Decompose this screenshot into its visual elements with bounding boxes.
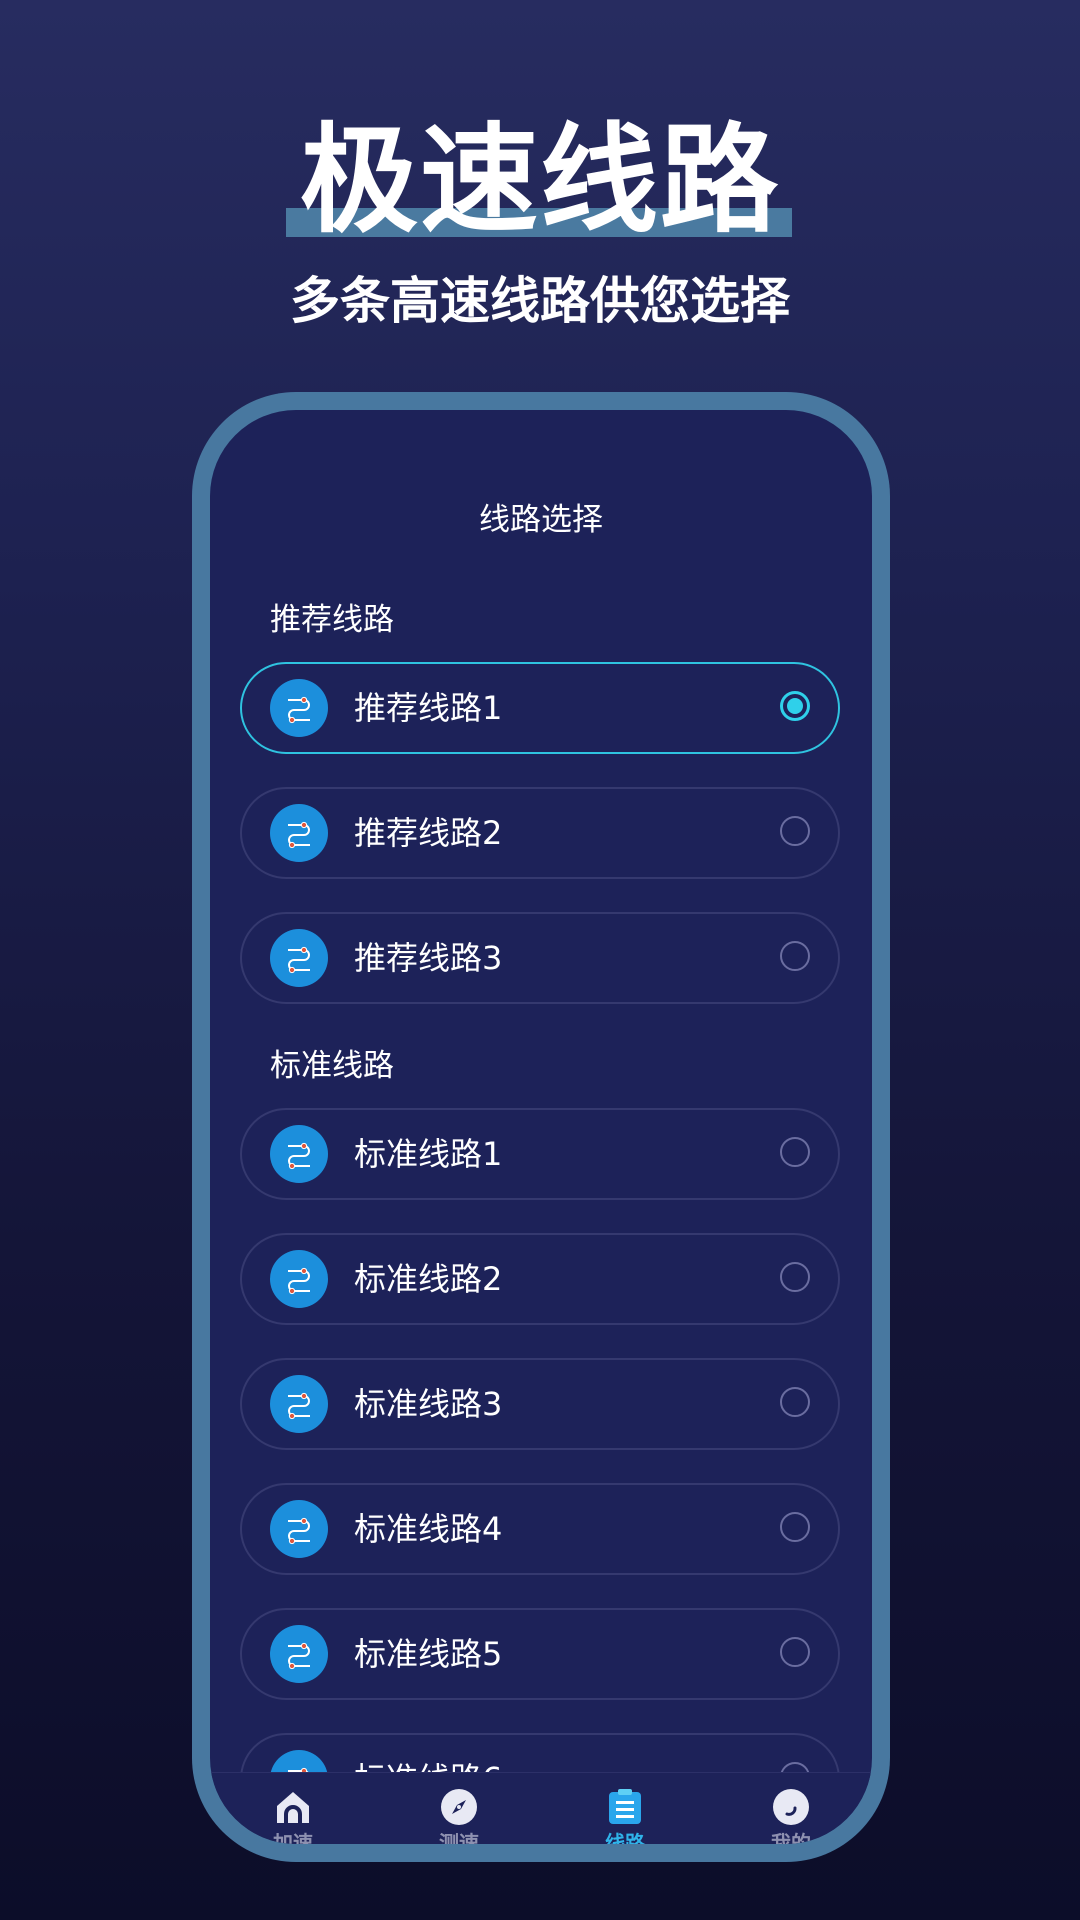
- section-label-standard: 标准线路: [270, 1048, 394, 1084]
- home-icon: [277, 1792, 309, 1823]
- section-label-recommended: 推荐线路: [270, 602, 394, 638]
- route-icon: [270, 1375, 328, 1433]
- route-name: 推荐线路1: [354, 689, 503, 727]
- promo-title: 极速线路: [299, 111, 780, 249]
- nav-label: 加速: [273, 1831, 313, 1844]
- list-icon: [609, 1789, 641, 1824]
- route-name: 标准线路4: [354, 1510, 503, 1548]
- nav-label: 我的: [771, 1831, 811, 1844]
- route-item-recommended-3[interactable]: 推荐线路3: [240, 912, 840, 1004]
- radio-unselected-icon[interactable]: [780, 1387, 810, 1417]
- route-icon: [270, 929, 328, 987]
- route-item-standard-5[interactable]: 标准线路5: [240, 1608, 840, 1700]
- nav-item-speedtest[interactable]: 测速: [376, 1773, 542, 1844]
- nav-item-profile[interactable]: 我的: [708, 1773, 872, 1844]
- route-name: 标准线路3: [354, 1385, 503, 1423]
- route-path-icon: [288, 696, 310, 724]
- nav-label: 线路: [605, 1831, 645, 1844]
- route-path-icon: [288, 821, 310, 849]
- radio-unselected-icon[interactable]: [780, 1512, 810, 1542]
- radio-unselected-icon[interactable]: [780, 1137, 810, 1167]
- screen-title: 线路选择: [479, 502, 603, 538]
- route-path-icon: [288, 1642, 310, 1670]
- route-path-icon: [288, 1517, 310, 1545]
- route-name: 推荐线路3: [354, 939, 503, 977]
- route-item-standard-2[interactable]: 标准线路2: [240, 1233, 840, 1325]
- nav-item-accelerate[interactable]: 加速: [210, 1773, 376, 1844]
- route-icon: [270, 1500, 328, 1558]
- phone-screen: 线路选择 推荐线路 推荐线路1 推荐线路2 推荐线路3 标准线路 标准线路1 标…: [210, 410, 872, 1844]
- bottom-nav: 加速 测速 线路 我的: [210, 1772, 872, 1844]
- route-icon: [270, 679, 328, 737]
- route-icon: [270, 1250, 328, 1308]
- radio-unselected-icon[interactable]: [780, 1262, 810, 1292]
- route-path-icon: [288, 1267, 310, 1295]
- compass-icon: [441, 1789, 477, 1825]
- nav-item-routes[interactable]: 线路: [542, 1773, 708, 1844]
- route-icon: [270, 1125, 328, 1183]
- radio-unselected-icon[interactable]: [780, 1637, 810, 1667]
- radio-selected-icon[interactable]: [780, 691, 810, 721]
- route-item-standard-1[interactable]: 标准线路1: [240, 1108, 840, 1200]
- route-path-icon: [288, 1392, 310, 1420]
- nav-label: 测速: [439, 1831, 479, 1844]
- promo-header: 极速线路: [0, 110, 1080, 250]
- route-name: 标准线路5: [354, 1635, 503, 1673]
- route-item-standard-3[interactable]: 标准线路3: [240, 1358, 840, 1450]
- route-item-recommended-2[interactable]: 推荐线路2: [240, 787, 840, 879]
- route-name: 标准线路2: [354, 1260, 503, 1298]
- route-name: 推荐线路2: [354, 814, 503, 852]
- phone-frame: 线路选择 推荐线路 推荐线路1 推荐线路2 推荐线路3 标准线路 标准线路1 标…: [192, 392, 890, 1862]
- promo-subtitle: 多条高速线路供您选择: [290, 272, 790, 330]
- route-name: 标准线路1: [354, 1135, 503, 1173]
- profile-icon: [773, 1789, 809, 1825]
- route-icon: [270, 804, 328, 862]
- route-item-recommended-1[interactable]: 推荐线路1: [240, 662, 840, 754]
- radio-unselected-icon[interactable]: [780, 816, 810, 846]
- route-icon: [270, 1625, 328, 1683]
- route-item-standard-4[interactable]: 标准线路4: [240, 1483, 840, 1575]
- route-path-icon: [288, 1142, 310, 1170]
- radio-unselected-icon[interactable]: [780, 941, 810, 971]
- route-path-icon: [288, 946, 310, 974]
